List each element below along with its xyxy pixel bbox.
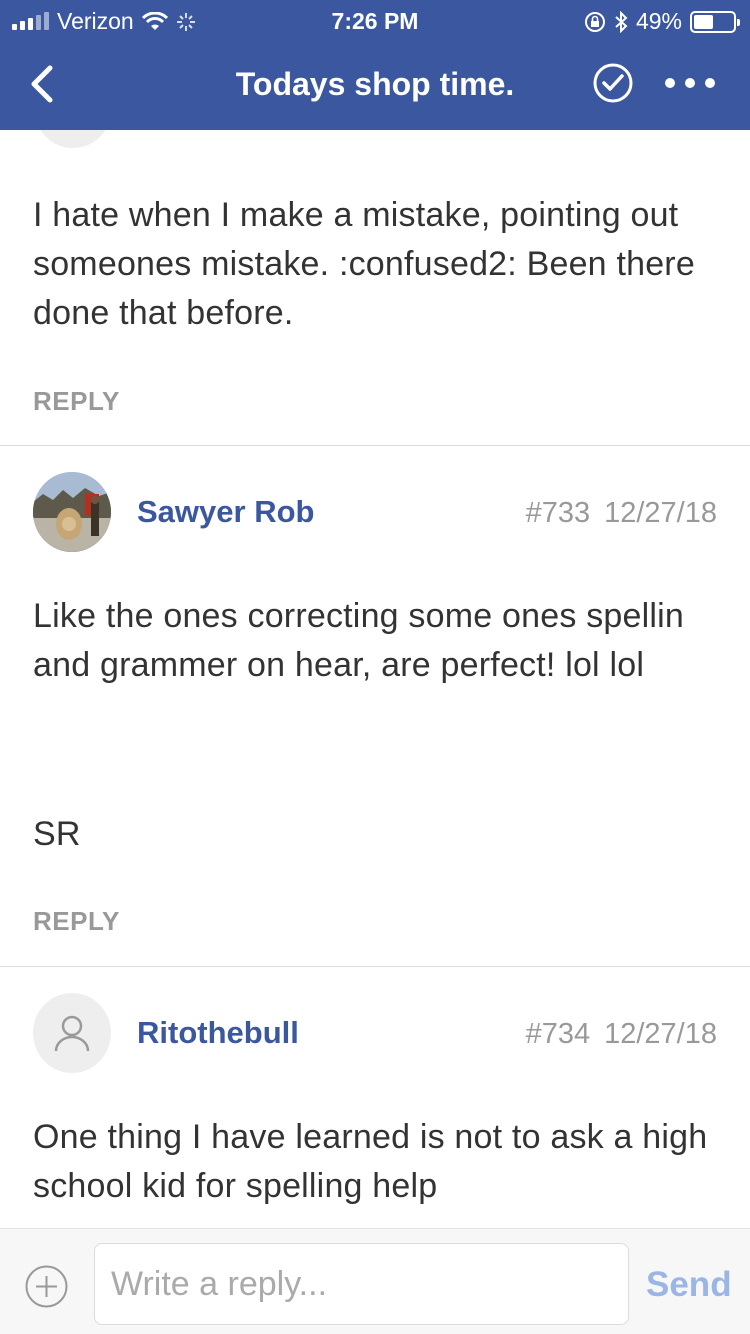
battery-percent: 49% [635, 8, 682, 34]
post-body: Like the ones correcting some ones spell… [33, 597, 684, 684]
avatar[interactable] [34, 130, 112, 148]
reply-input[interactable] [94, 1243, 629, 1325]
send-button[interactable]: Send [646, 1265, 732, 1305]
post-body: One thing I have learned is not to ask a… [33, 1118, 708, 1205]
avatar[interactable] [33, 472, 111, 552]
orientation-lock-icon [584, 11, 605, 32]
status-bar: Verizon 7:26 PM 49% [0, 0, 750, 40]
divider [0, 966, 750, 967]
post-number[interactable]: #733 [526, 497, 591, 529]
post-number[interactable]: #734 [526, 1018, 591, 1050]
username-link[interactable]: Sawyer Rob [137, 494, 314, 530]
reply-composer: Send [0, 1228, 750, 1334]
user-placeholder-icon [54, 1015, 90, 1052]
bluetooth-icon [615, 10, 628, 33]
more-icon[interactable] [662, 72, 718, 94]
thread-title: Todays shop time. [235, 66, 515, 102]
top-bar: Verizon 7:26 PM 49% Todays shop time. [0, 0, 750, 130]
post-date: 12/27/18 [604, 497, 717, 529]
add-circle-icon[interactable] [24, 1264, 69, 1309]
avatar[interactable] [33, 993, 111, 1073]
post-signature: SR [33, 815, 81, 853]
battery-icon [690, 10, 740, 33]
reply-button[interactable]: REPLY [33, 386, 120, 417]
post-list[interactable]: I hate when I make a mistake, pointing o… [0, 130, 750, 1228]
post-meta: #733 12/27/18 [526, 497, 717, 530]
post-meta: #734 12/27/18 [526, 1018, 717, 1051]
post-body: I hate when I make a mistake, pointing o… [33, 196, 695, 332]
username-link[interactable]: Ritothebull [137, 1015, 299, 1051]
navigation-bar: Todays shop time. [0, 40, 750, 130]
check-circle-icon[interactable] [592, 62, 634, 104]
divider [0, 445, 750, 446]
reply-button[interactable]: REPLY [33, 906, 120, 937]
avatar-photo [33, 472, 111, 552]
post-date: 12/27/18 [604, 1018, 717, 1050]
